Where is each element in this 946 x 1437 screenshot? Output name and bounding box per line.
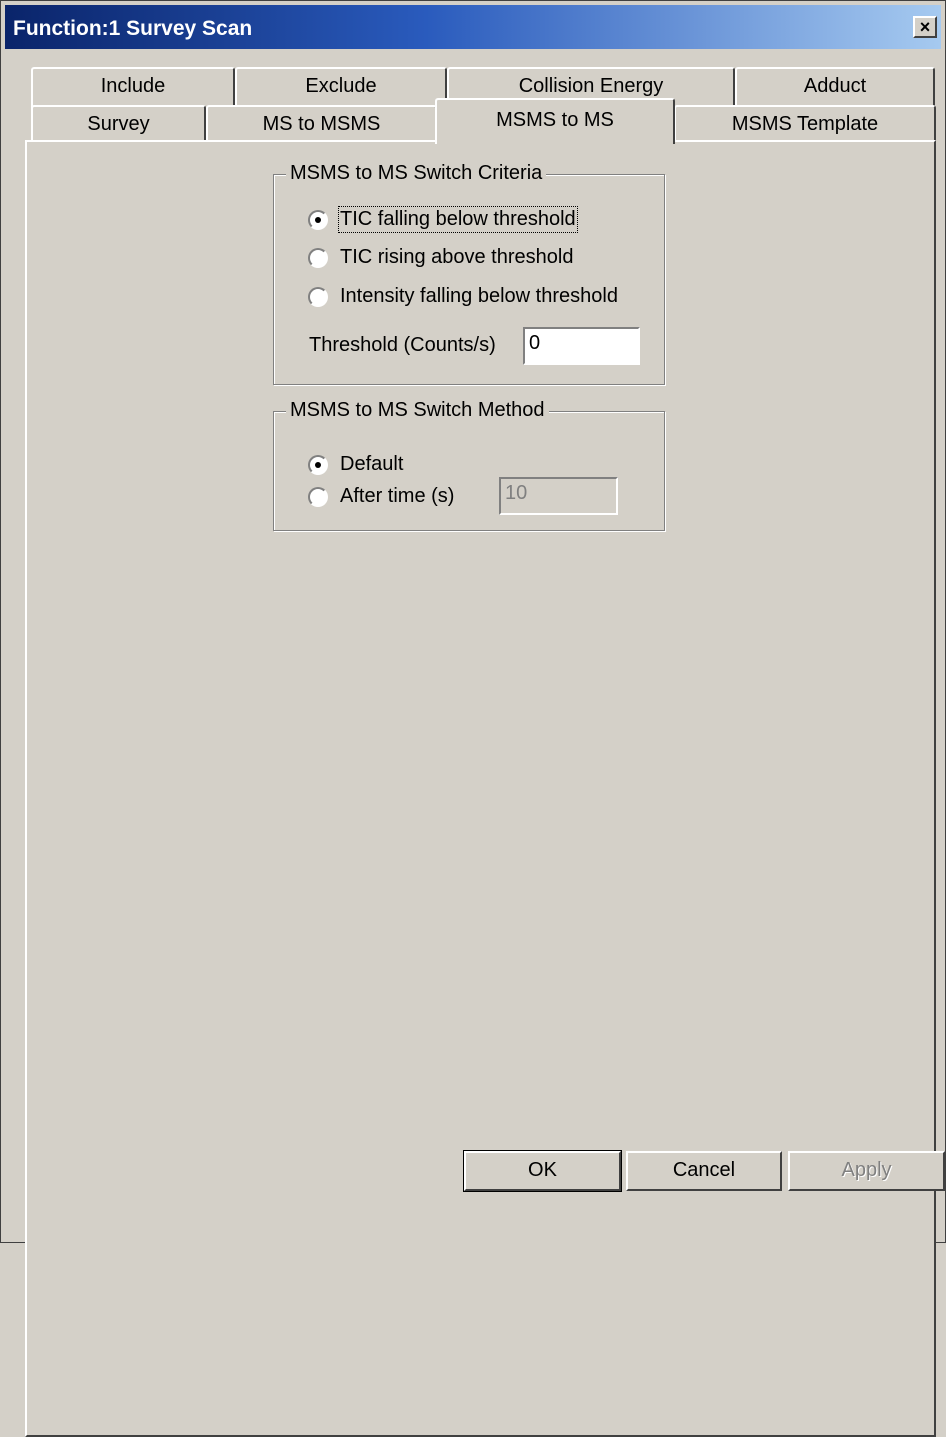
tab-label: Include [100, 75, 166, 97]
radio-label: Intensity falling below threshold [340, 285, 618, 307]
radio-dot [315, 462, 321, 468]
tab-ms-to-msms[interactable]: MS to MSMS [206, 105, 437, 142]
tab-include[interactable]: Include [31, 67, 235, 109]
radio-button[interactable] [308, 487, 328, 507]
radio-button[interactable] [308, 210, 328, 230]
tab-label: MSMS Template [731, 113, 879, 135]
radio-dot [315, 217, 321, 223]
radio-button[interactable] [308, 455, 328, 475]
title-bar[interactable]: Function:1 Survey Scan × [5, 5, 941, 49]
group-label: MSMS to MS Switch Criteria [286, 162, 547, 185]
tab-label: Survey [87, 113, 150, 135]
after-time-input[interactable]: 10 [499, 477, 618, 515]
tab-msms-template[interactable]: MSMS Template [674, 105, 936, 142]
group-label: MSMS to MS Switch Method [286, 399, 549, 422]
close-icon[interactable]: × [913, 16, 937, 38]
threshold-input[interactable]: 0 [523, 327, 640, 365]
radio-button[interactable] [308, 248, 328, 268]
threshold-label: Threshold (Counts/s) [309, 334, 496, 356]
tab-label: Exclude [305, 75, 377, 97]
tab-adduct[interactable]: Adduct [735, 67, 935, 109]
tab-label: Collision Energy [518, 75, 664, 97]
radio-button[interactable] [308, 287, 328, 307]
radio-label: TIC rising above threshold [340, 246, 574, 268]
radio-label: TIC falling below threshold [338, 206, 578, 233]
tab-exclude[interactable]: Exclude [235, 67, 447, 109]
tab-label: Adduct [803, 75, 867, 97]
ok-button[interactable]: OK [463, 1150, 622, 1192]
dialog-window: Function:1 Survey Scan × Include Exclude… [0, 0, 946, 1437]
radio-label: After time (s) [340, 485, 455, 507]
tab-label: MSMS to MS [496, 109, 614, 131]
apply-button[interactable]: Apply [788, 1151, 945, 1191]
window-title: Function:1 Survey Scan [13, 17, 253, 40]
radio-label: Default [340, 453, 404, 475]
cancel-button[interactable]: Cancel [626, 1151, 782, 1191]
tab-survey[interactable]: Survey [31, 105, 206, 142]
tab-label: MS to MSMS [262, 113, 381, 135]
tab-msms-to-ms[interactable]: MSMS to MS [435, 98, 675, 144]
